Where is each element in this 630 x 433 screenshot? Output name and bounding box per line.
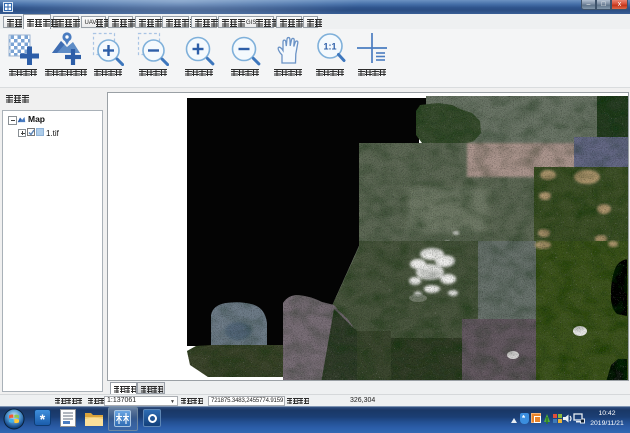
- svg-text:1:1: 1:1: [323, 42, 336, 52]
